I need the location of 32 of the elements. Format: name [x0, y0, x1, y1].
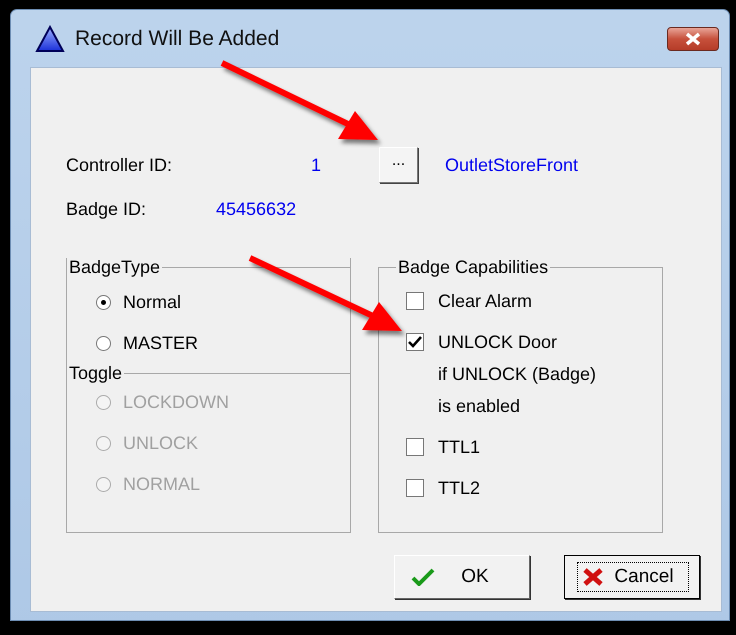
cancel-icon [582, 567, 604, 587]
checkbox-label: TTL2 [438, 477, 480, 500]
option-label: LOCKDOWN [123, 391, 230, 414]
option-label: NORMAL [123, 473, 200, 496]
field-label: Controller ID: [66, 154, 174, 176]
warning-triangle-icon [35, 24, 65, 52]
checkbox-label: TTL1 [438, 436, 480, 459]
checkbox[interactable] [406, 333, 424, 351]
option-label: UNLOCK [123, 432, 198, 455]
radio-button[interactable] [96, 295, 111, 310]
field-label: Badge ID: [66, 198, 148, 221]
option-label: Normal [123, 291, 182, 314]
close-icon [684, 32, 702, 46]
group-title: BadgeType [68, 258, 162, 276]
checkbox[interactable] [406, 479, 424, 497]
close-button[interactable] [667, 26, 719, 50]
dialog-button[interactable]: Cancel [564, 555, 700, 599]
check-icon [411, 568, 435, 586]
browse-button[interactable]: ... [379, 147, 418, 183]
radio-button[interactable] [96, 336, 111, 351]
checkbox-label: UNLOCK Door if UNLOCK (Badge) is enabled [438, 331, 596, 418]
checkbox[interactable] [406, 292, 424, 310]
dialog-button[interactable]: OK [394, 555, 530, 599]
checkbox-label: Clear Alarm [438, 290, 532, 313]
group-title: Badge Capabilities [397, 258, 550, 276]
field-value: 45456632 [216, 198, 298, 220]
option-label: MASTER [123, 332, 198, 355]
checkbox[interactable] [406, 438, 424, 456]
group-title: Toggle [68, 364, 124, 382]
controller-name: OutletStoreFront [445, 154, 578, 176]
field-value: 1 [310, 154, 321, 176]
window-title: Record Will Be Added [75, 26, 280, 52]
